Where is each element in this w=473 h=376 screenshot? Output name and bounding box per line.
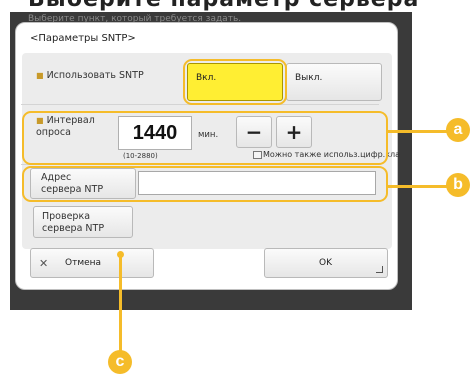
dialog-title: <Параметры SNTP> bbox=[30, 33, 136, 44]
ok-label: OK bbox=[319, 258, 332, 268]
callout-a-line bbox=[388, 130, 450, 133]
callout-b-line bbox=[388, 185, 450, 188]
highlight-ntp-server bbox=[22, 166, 388, 202]
highlight-poll-interval bbox=[22, 111, 388, 165]
check-ntp-server-button[interactable]: Проверка сервера NTP bbox=[33, 206, 133, 238]
sntp-off-button[interactable]: Выкл. bbox=[286, 63, 382, 101]
page-heading-text: Выберите параметр сервера bbox=[28, 0, 419, 12]
cancel-button[interactable]: ✕ Отмена bbox=[30, 248, 154, 278]
check-ntp-server-label: Проверка сервера NTP bbox=[42, 211, 105, 234]
bullet-icon: ■ bbox=[36, 71, 44, 80]
callout-b-badge: b bbox=[446, 173, 470, 197]
sntp-off-label: Выкл. bbox=[295, 73, 323, 83]
use-sntp-label: ■ Использовать SNTP bbox=[36, 70, 144, 81]
cancel-label: Отмена bbox=[65, 258, 102, 268]
callout-a-badge: a bbox=[446, 118, 470, 142]
callout-c-line bbox=[119, 255, 122, 355]
close-icon: ✕ bbox=[39, 257, 49, 270]
callout-c-badge: c bbox=[108, 350, 132, 374]
ok-button[interactable]: OK bbox=[264, 248, 388, 278]
corner-resize-icon bbox=[376, 266, 383, 273]
highlight-on-button bbox=[183, 59, 287, 105]
